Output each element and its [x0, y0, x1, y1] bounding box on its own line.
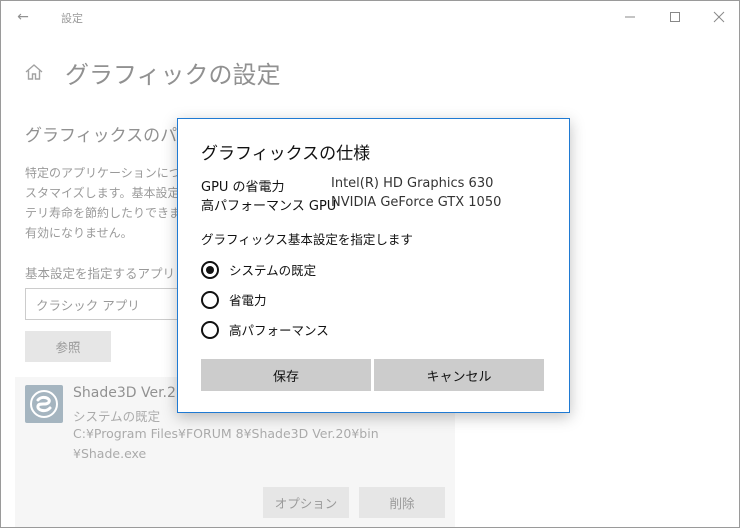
dialog-title: グラフィックスの仕様 [201, 144, 371, 164]
spec-high-performance: 高パフォーマンス GPU NVIDIA GeForce GTX 1050 [201, 195, 501, 214]
graphics-spec-dialog: グラフィックスの仕様 GPU の省電力 Intel(R) HD Graphics… [177, 118, 570, 413]
preference-heading: グラフィックス基本設定を指定します [201, 232, 413, 247]
cancel-button[interactable]: キャンセル [374, 359, 544, 391]
spec-power-saving: GPU の省電力 Intel(R) HD Graphics 630 [201, 176, 493, 195]
radio-system-default[interactable]: システムの既定 [201, 260, 316, 279]
spec-label: 高パフォーマンス GPU [201, 199, 337, 214]
radio-high-performance[interactable]: 高パフォーマンス [201, 320, 329, 339]
spec-value: NVIDIA GeForce GTX 1050 [331, 195, 502, 210]
save-button[interactable]: 保存 [201, 359, 371, 391]
spec-value: Intel(R) HD Graphics 630 [331, 176, 494, 191]
radio-checked-icon [201, 260, 219, 279]
radio-label: システムの既定 [229, 263, 317, 278]
radio-unchecked-icon [201, 320, 219, 339]
radio-label: 高パフォーマンス [229, 323, 329, 338]
radio-power-saving[interactable]: 省電力 [201, 290, 267, 309]
radio-unchecked-icon [201, 290, 219, 309]
radio-label: 省電力 [229, 293, 267, 308]
settings-window: ← 設定 グラフィックの設定 グラフィックスのパフォ 特定のアプリケーションにつ… [0, 0, 740, 528]
spec-label: GPU の省電力 [201, 180, 285, 195]
